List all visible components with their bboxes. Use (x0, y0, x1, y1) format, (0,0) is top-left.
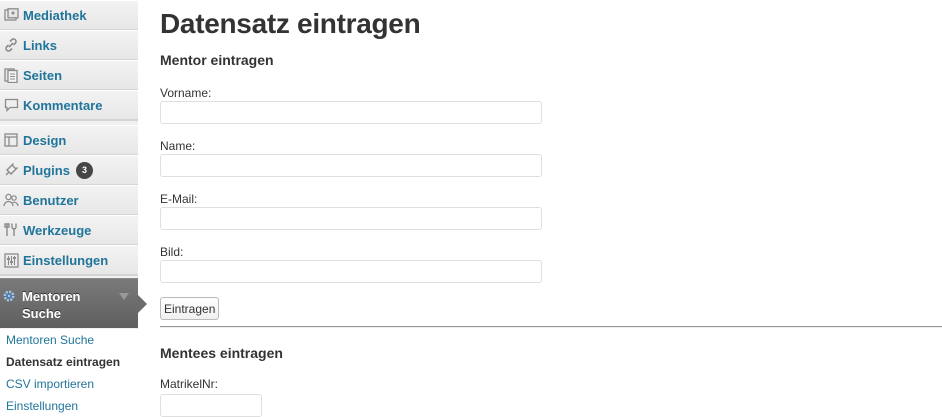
name-input[interactable] (160, 154, 542, 177)
bild-input[interactable] (160, 260, 542, 283)
submenu-item-csv-importieren[interactable]: CSV importieren (6, 377, 94, 391)
mentor-section-heading: Mentor eintragen (160, 52, 274, 68)
menu-item-seiten[interactable]: Seiten (0, 60, 138, 90)
menu-item-label: Einstellungen (23, 252, 109, 268)
appearance-icon (3, 132, 19, 148)
name-label: Name: (160, 139, 196, 153)
menu-item-label: Links (23, 37, 57, 53)
submenu: Mentoren Suche Datensatz eintragen CSV i… (0, 329, 138, 417)
update-count-badge: 3 (75, 161, 93, 179)
menu-item-design[interactable]: Design (0, 125, 138, 155)
menu-item-plugins[interactable]: Plugins 3 (0, 155, 138, 185)
matrikel-input[interactable] (160, 394, 262, 417)
pages-icon (3, 67, 19, 83)
mentees-section-heading: Mentees eintragen (160, 345, 283, 361)
menu-item-label: Mediathek (23, 7, 87, 23)
email-label: E-Mail: (160, 192, 198, 206)
submenu-item-einstellungen[interactable]: Einstellungen (6, 399, 78, 413)
bild-label: Bild: (160, 245, 184, 259)
vorname-label: Vorname: (160, 86, 212, 100)
tools-icon (3, 222, 19, 238)
menu-item-benutzer[interactable]: Benutzer (0, 185, 138, 215)
menu-item-mediathek[interactable]: Mediathek (0, 0, 138, 30)
menu-item-label: Plugins (23, 162, 70, 178)
media-icon (3, 7, 19, 23)
main-content: Datensatz eintragen Mentor eintragen Vor… (160, 0, 942, 417)
eintragen-button[interactable]: Eintragen (160, 297, 220, 320)
menu-item-label: Seiten (23, 67, 63, 83)
menu-item-kommentare[interactable]: Kommentare (0, 90, 138, 120)
page-title: Datensatz eintragen (160, 8, 421, 39)
users-icon (3, 192, 19, 208)
submenu-item-datensatz-eintragen[interactable]: Datensatz eintragen (6, 355, 120, 369)
menu-item-label: Benutzer (23, 192, 79, 208)
settings-icon (3, 252, 19, 268)
comments-icon (3, 97, 19, 113)
menu-item-label: Mentoren Suche (22, 289, 81, 321)
menu-item-label: Design (23, 132, 67, 148)
section-divider (160, 326, 942, 328)
chevron-down-icon[interactable] (119, 293, 129, 300)
gear-icon (2, 289, 16, 303)
vorname-input[interactable] (160, 101, 542, 124)
plugins-icon (3, 162, 19, 178)
admin-sidebar: Mediathek Links Seiten Kommentare Design… (0, 0, 147, 417)
links-icon (3, 37, 19, 53)
menu-item-label: Werkzeuge (23, 222, 92, 238)
menu-item-label: Kommentare (23, 97, 103, 113)
menu-item-werkzeuge[interactable]: Werkzeuge (0, 215, 138, 245)
menu-item-links[interactable]: Links (0, 30, 138, 60)
submenu-item-mentoren-suche[interactable]: Mentoren Suche (6, 333, 94, 347)
menu-item-einstellungen[interactable]: Einstellungen (0, 245, 138, 275)
matrikel-label: MatrikelNr: (160, 377, 219, 391)
email-input[interactable] (160, 207, 542, 230)
menu-item-mentoren-suche[interactable]: Mentoren Suche (0, 278, 147, 328)
